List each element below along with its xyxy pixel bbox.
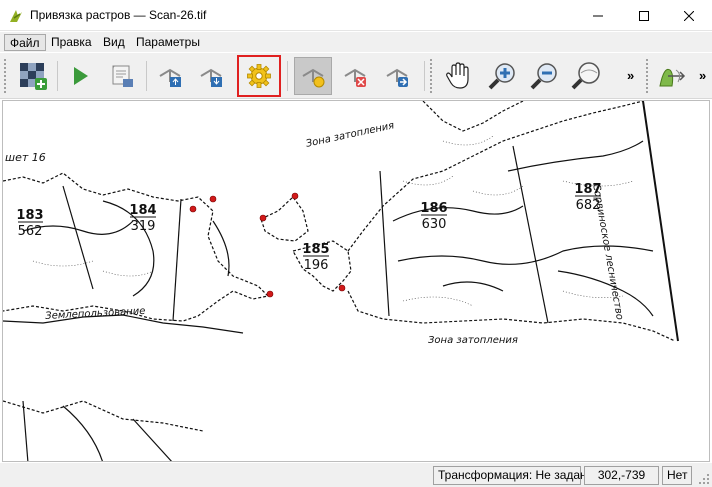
zoom-out-button[interactable] [525, 57, 563, 95]
parcel-184-id: 184 [129, 203, 156, 218]
crs-button[interactable]: Нет [662, 466, 692, 485]
parcel-185-area: 196 [304, 258, 329, 273]
qgis-app-icon [10, 10, 22, 22]
menu-view[interactable]: Вид [98, 34, 130, 51]
zoom-in-icon [488, 63, 515, 90]
gcp-point[interactable] [259, 214, 267, 222]
gcp-point[interactable] [266, 290, 274, 298]
move-gcp-point-button[interactable] [378, 57, 416, 95]
add-point-icon [302, 68, 325, 88]
menu-bar: Файл Правка Вид Параметры [0, 32, 712, 52]
toolbar-overflow-button[interactable]: » [699, 68, 706, 83]
gcp-point[interactable] [209, 195, 217, 203]
close-button[interactable] [666, 0, 712, 31]
start-georeferencing-button[interactable] [61, 57, 99, 95]
zoom-to-layer-button[interactable] [567, 57, 605, 95]
menu-edit[interactable]: Правка [46, 34, 97, 51]
maximize-button[interactable] [621, 0, 667, 31]
raster-map[interactable]: 183 562 184 319 185 196 186 630 187 682 [3, 101, 710, 462]
gear-icon [247, 64, 271, 88]
transformation-settings-button[interactable] [237, 55, 281, 97]
link-icon [659, 68, 686, 87]
toolbar-separator [424, 61, 425, 91]
generate-gdal-script-button[interactable] [102, 57, 140, 95]
toolbar-grip[interactable] [646, 59, 650, 93]
transformation-status: Трансформация: Не задано [433, 466, 593, 485]
zoom-layer-icon [571, 62, 600, 90]
script-icon [112, 65, 133, 87]
toolbar-grip[interactable] [4, 59, 8, 93]
parcel-186-id: 186 [420, 201, 447, 216]
parcel-186-area: 630 [422, 217, 447, 232]
map-flood-zone-bottom-label: Зона затопления [428, 335, 518, 346]
load-points-icon [159, 68, 181, 87]
save-gcp-points-button[interactable] [192, 57, 230, 95]
move-point-icon [386, 68, 408, 87]
gcp-point[interactable] [338, 284, 346, 292]
zoom-in-button[interactable] [483, 57, 521, 95]
toolbar: » » [0, 53, 712, 99]
resize-grip-icon[interactable] [698, 473, 710, 485]
delete-point-button[interactable] [336, 57, 374, 95]
link-georeferencer-button[interactable] [654, 57, 692, 95]
save-points-icon [200, 68, 222, 87]
add-point-button[interactable] [294, 57, 332, 95]
toolbar-grip[interactable] [430, 59, 434, 93]
minimize-icon [593, 15, 603, 16]
toolbar-overflow-button[interactable]: » [627, 68, 634, 83]
toolbar-separator [146, 61, 147, 91]
hand-icon [446, 62, 469, 89]
gcp-point[interactable] [291, 192, 299, 200]
cursor-coordinates: 302,-739 [584, 466, 659, 485]
map-canvas[interactable]: 183 562 184 319 185 196 186 630 187 682 [2, 100, 710, 462]
pan-button[interactable] [439, 57, 477, 95]
parcel-184-area: 319 [131, 219, 156, 234]
parcel-183-area: 562 [18, 224, 43, 239]
parcel-185-id: 185 [302, 242, 329, 257]
menu-file[interactable]: Файл [4, 34, 46, 51]
close-icon [684, 10, 694, 21]
window-title: Привязка растров — Scan-26.tif [30, 8, 207, 22]
open-raster-button[interactable] [14, 57, 52, 95]
map-sheet-label: шет 16 [5, 151, 46, 164]
title-bar: Привязка растров — Scan-26.tif [0, 0, 712, 31]
load-gcp-points-button[interactable] [151, 57, 189, 95]
delete-point-icon [344, 68, 366, 87]
parcel-183-id: 183 [16, 208, 43, 223]
toolbar-separator [287, 61, 288, 91]
status-bar: Трансформация: Не задано 302,-739 Нет [0, 463, 712, 487]
toolbar-separator [57, 61, 58, 91]
gcp-point[interactable] [189, 205, 197, 213]
zoom-out-icon [530, 63, 557, 90]
minimize-button[interactable] [575, 0, 621, 31]
menu-settings[interactable]: Параметры [131, 34, 205, 51]
open-raster-icon [20, 63, 47, 90]
play-icon [74, 67, 88, 85]
maximize-icon [639, 10, 649, 21]
